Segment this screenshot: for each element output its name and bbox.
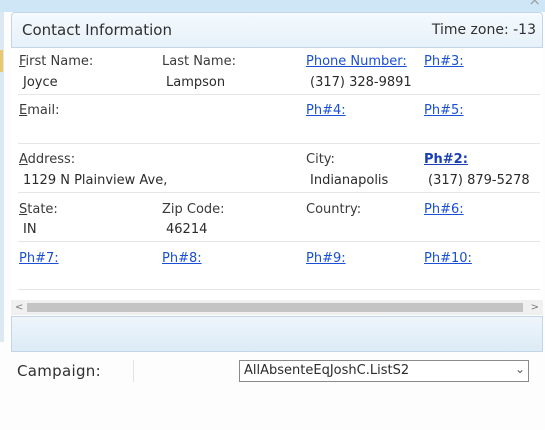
row-divider — [18, 289, 540, 290]
ph10-link[interactable]: Ph#10: — [424, 251, 472, 266]
panel-title: Contact Information — [22, 21, 172, 39]
row-divider — [18, 94, 540, 95]
row-divider — [18, 241, 540, 242]
ph5-link[interactable]: Ph#5: — [424, 103, 464, 118]
ph4-link[interactable]: Ph#4: — [306, 103, 346, 118]
email-label: Email: — [19, 103, 60, 118]
ph9-link[interactable]: Ph#9: — [306, 251, 346, 266]
ph8-link[interactable]: Ph#8: — [162, 251, 202, 266]
last-name-label: Last Name: — [162, 54, 236, 69]
ph2-link[interactable]: Ph#2: — [424, 152, 468, 167]
row-divider — [18, 143, 540, 144]
first-name-value: Joyce — [23, 75, 58, 90]
contact-info-header: Contact Information Time zone: -13 — [11, 12, 543, 48]
phone-number-link[interactable]: Phone Number: — [306, 54, 407, 69]
close-icon[interactable]: × — [528, 0, 541, 8]
window-top-bar — [0, 0, 545, 12]
country-label: Country: — [306, 202, 362, 217]
campaign-selected-value: AllAbsenteEqJoshC.ListS2 — [244, 363, 410, 378]
campaign-divider — [133, 360, 134, 382]
chevron-down-icon[interactable]: ⌄ — [515, 362, 525, 376]
ph7-link[interactable]: Ph#7: — [19, 251, 59, 266]
address-value: 1129 N Plainview Ave, — [23, 173, 168, 188]
scroll-left-icon[interactable]: < — [15, 300, 23, 315]
ph2-value: (317) 879-5278 — [428, 173, 530, 188]
horizontal-scrollbar[interactable]: < > — [11, 300, 543, 315]
city-value: Indianapolis — [310, 173, 389, 188]
row-divider — [18, 192, 540, 193]
zip-code-value: 46214 — [166, 222, 208, 237]
contact-info-body: First Name: Joyce Last Name: Lampson Pho… — [11, 48, 543, 300]
city-label: City: — [306, 152, 335, 167]
scroll-right-icon[interactable]: > — [531, 300, 539, 315]
left-edge-marker — [0, 50, 3, 72]
ph3-link[interactable]: Ph#3: — [424, 54, 464, 69]
phone-number-value: (317) 328-9891 — [310, 75, 412, 90]
state-value: IN — [23, 222, 37, 237]
state-label: State: — [19, 202, 58, 217]
zip-code-label: Zip Code: — [162, 202, 225, 217]
last-name-value: Lampson — [166, 75, 226, 90]
ph6-link[interactable]: Ph#6: — [424, 202, 464, 217]
address-label: Address: — [19, 152, 76, 167]
timezone-label: Time zone: -13 — [431, 22, 536, 38]
scrollbar-thumb[interactable] — [27, 303, 523, 312]
campaign-label: Campaign: — [17, 362, 101, 380]
campaign-select[interactable]: AllAbsenteEqJoshC.ListS2 ⌄ — [239, 360, 529, 382]
first-name-label: First Name: — [19, 54, 94, 69]
action-bar — [11, 316, 543, 352]
